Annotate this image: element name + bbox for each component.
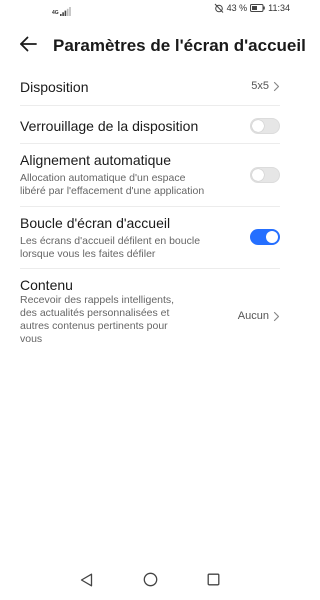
battery-icon [250, 4, 265, 12]
setting-title: Contenu [20, 277, 73, 293]
settings-list: Disposition 5x5 Verrouillage de la dispo… [0, 68, 300, 353]
toggle-knob [266, 231, 278, 243]
subtitle-line: Allocation automatique d'un espace [20, 172, 186, 184]
subtitle-line: lorsque vous les faites défiler [20, 248, 156, 260]
setting-title: Disposition [20, 79, 89, 95]
status-right: 43 % 11:34 [214, 3, 290, 13]
setting-subtitle: Recevoir des rappels intelligents, des a… [20, 294, 174, 346]
setting-title: Verrouillage de la disposition [20, 118, 199, 134]
setting-alignement[interactable]: Alignement automatique Allocation automa… [20, 144, 280, 207]
chevron-right-icon [273, 81, 280, 92]
setting-value: Aucun [238, 310, 280, 322]
home-circle-icon [143, 572, 158, 592]
navigation-bar [0, 570, 300, 594]
setting-verrouillage[interactable]: Verrouillage de la disposition [20, 106, 280, 144]
alignement-toggle[interactable] [250, 167, 280, 183]
nav-recents-button[interactable] [205, 573, 221, 591]
network-label: 4G [52, 10, 59, 16]
recents-square-icon [207, 573, 220, 591]
setting-disposition[interactable]: Disposition 5x5 [20, 68, 280, 106]
clock: 11:34 [268, 3, 290, 13]
back-button[interactable] [16, 34, 40, 58]
chevron-right-icon [273, 311, 280, 322]
subtitle-line: vous [20, 333, 43, 345]
setting-boucle[interactable]: Boucle d'écran d'accueil Les écrans d'ac… [20, 207, 280, 269]
network-indicator: 4G [52, 3, 71, 21]
setting-title: Boucle d'écran d'accueil [20, 215, 171, 231]
subtitle-line: des actualités personnalisées et [20, 307, 170, 319]
subtitle-line: autres contenus pertinents pour [20, 320, 168, 332]
setting-subtitle: Les écrans d'accueil défilent en boucle … [20, 235, 200, 261]
toggle-knob [252, 120, 264, 132]
setting-subtitle: Allocation automatique d'un espace libér… [20, 172, 204, 198]
signal-icon [59, 3, 71, 21]
setting-title: Alignement automatique [20, 152, 171, 168]
disposition-value: 5x5 [251, 80, 269, 92]
nav-back-button[interactable] [78, 573, 94, 592]
toggle-knob [252, 169, 264, 181]
boucle-toggle[interactable] [250, 229, 280, 245]
verrouillage-toggle[interactable] [250, 118, 280, 134]
subtitle-line: Recevoir des rappels intelligents, [20, 294, 175, 306]
setting-contenu[interactable]: Contenu Recevoir des rappels intelligent… [20, 269, 280, 353]
header: Paramètres de l'écran d'accueil [0, 30, 306, 60]
subtitle-line: libéré par l'effacement d'une applicatio… [20, 185, 205, 197]
subtitle-line: Les écrans d'accueil défilent en boucle [20, 235, 201, 247]
nav-home-button[interactable] [142, 572, 158, 592]
battery-percent: 43 % [226, 3, 248, 13]
setting-value: 5x5 [251, 80, 280, 92]
back-triangle-icon [80, 573, 93, 592]
back-arrow-icon [19, 36, 37, 57]
status-bar: 4G 43 % 11:34 [0, 0, 300, 20]
page-title: Paramètres de l'écran d'accueil [53, 36, 306, 55]
alarm-off-icon [214, 3, 224, 13]
contenu-value: Aucun [237, 310, 269, 322]
